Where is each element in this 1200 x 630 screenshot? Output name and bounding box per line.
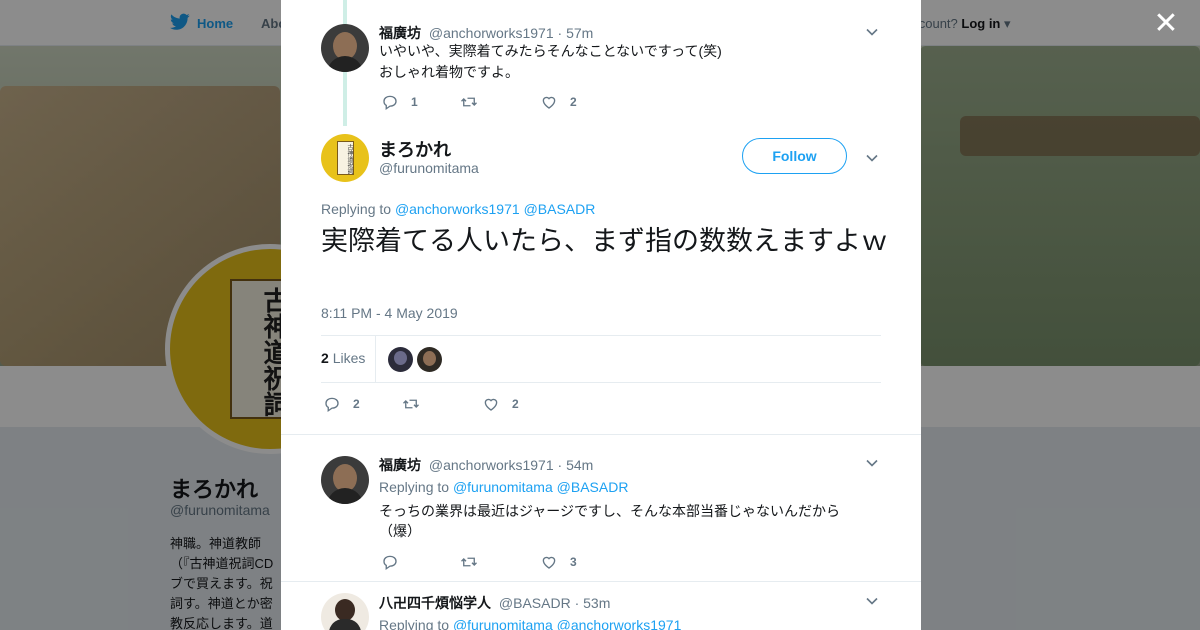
avatar[interactable]: [321, 593, 369, 630]
likes-count-link[interactable]: 2 Likes: [321, 350, 365, 366]
retweet-icon: [461, 97, 477, 107]
tweet-text-line: おしゃれ着物ですよ。: [379, 64, 519, 80]
author-handle: @anchorworks1971: [428, 25, 554, 41]
replying-to: Replying to @anchorworks1971 @BASADR: [321, 201, 595, 217]
like-button[interactable]: 3: [540, 553, 577, 571]
tweet-actions: 2 2: [323, 395, 623, 413]
reply-button[interactable]: [381, 553, 399, 571]
tweet-timestamp[interactable]: 8:11 PM - 4 May 2019: [321, 305, 458, 321]
mention-link[interactable]: @furunomitama: [453, 479, 553, 495]
mention-link[interactable]: @furunomitama: [453, 617, 553, 630]
mention-link[interactable]: @BASADR: [557, 479, 629, 495]
chevron-down-icon[interactable]: [866, 595, 878, 607]
author-name: 福廣坊: [379, 457, 421, 473]
follow-button[interactable]: Follow: [742, 138, 847, 174]
author-name: 福廣坊: [379, 25, 421, 41]
replying-prefix: Replying to: [321, 201, 392, 217]
avatar[interactable]: 古神道祝詞: [321, 134, 369, 182]
tweet-time[interactable]: · 57m: [558, 25, 594, 41]
retweet-button[interactable]: [460, 93, 478, 111]
reply-count: 2: [353, 397, 360, 411]
liker-avatar[interactable]: [417, 347, 442, 372]
tweet-author[interactable]: 福廣坊 @anchorworks1971 · 54m: [379, 455, 593, 475]
main-tweet-text: 実際着てる人いたら、まず指の数数えますよｗ: [321, 226, 888, 256]
likes-label: Likes: [332, 350, 366, 366]
heart-icon: [542, 556, 556, 569]
tweet-text-line: （爆）: [379, 523, 421, 539]
tweet-text-line: そっちの業界は最近はジャージですし、そんな本部当番じゃないんだから: [379, 503, 841, 519]
divider: [321, 382, 881, 383]
tweet-time[interactable]: · 53m: [575, 595, 611, 611]
author-handle: @anchorworks1971: [428, 457, 554, 473]
tweet-time[interactable]: · 54m: [558, 457, 594, 473]
likes-row: 2 Likes: [321, 336, 881, 383]
replying-prefix: Replying to: [379, 617, 450, 630]
heart-icon: [542, 96, 556, 109]
chevron-down-icon[interactable]: [866, 26, 878, 38]
mention-link[interactable]: @BASADR: [524, 201, 596, 217]
avatar-book-cover: 古神道祝詞: [337, 141, 354, 175]
reply-count: 1: [411, 95, 418, 109]
mention-link[interactable]: @anchorworks1971: [395, 201, 520, 217]
like-count: 2: [512, 397, 519, 411]
close-icon[interactable]: ✕: [1152, 9, 1180, 39]
like-button[interactable]: 2: [482, 395, 519, 413]
retweet-button[interactable]: [402, 395, 420, 413]
reply-icon: [383, 95, 397, 111]
reply-icon: [325, 397, 339, 413]
like-count: 2: [570, 95, 577, 109]
liker-avatar[interactable]: [388, 347, 413, 372]
like-count: 3: [570, 555, 577, 569]
likes-count: 2: [321, 350, 329, 366]
divider: [281, 434, 921, 435]
tweet-modal: 福廣坊 @anchorworks1971 · 57m いやいや、実際着てみたらそ…: [281, 0, 921, 630]
main-tweet-author-handle[interactable]: @furunomitama: [379, 160, 479, 176]
divider: [375, 336, 376, 383]
replying-prefix: Replying to: [379, 479, 450, 495]
reply-button[interactable]: 1: [381, 93, 418, 111]
retweet-icon: [461, 557, 477, 567]
replying-to: Replying to @furunomitama @BASADR: [379, 479, 628, 495]
tweet-author[interactable]: 福廣坊 @anchorworks1971 · 57m: [379, 23, 593, 43]
main-tweet-author-name[interactable]: まろかれ: [379, 136, 451, 162]
tweet-author[interactable]: 八卍四千煩悩学人 @BASADR · 53m: [379, 593, 610, 613]
heart-icon: [484, 398, 498, 411]
divider: [281, 581, 921, 582]
mention-link[interactable]: @anchorworks1971: [557, 617, 682, 630]
author-name: 八卍四千煩悩学人: [379, 595, 491, 611]
author-handle: @BASADR: [498, 595, 571, 611]
tweet-actions: 3: [381, 553, 681, 571]
replying-to: Replying to @furunomitama @anchorworks19…: [379, 617, 681, 630]
retweet-icon: [403, 399, 419, 409]
chevron-down-icon[interactable]: [866, 457, 878, 469]
avatar[interactable]: [321, 24, 369, 72]
reply-icon: [383, 555, 397, 571]
tweet-actions: 1 2: [381, 93, 681, 111]
avatar[interactable]: [321, 456, 369, 504]
retweet-button[interactable]: [460, 553, 478, 571]
chevron-down-icon[interactable]: [866, 152, 878, 164]
like-button[interactable]: 2: [540, 93, 577, 111]
tweet-text-line: いやいや、実際着てみたらそんなことないですって(笑): [379, 43, 722, 59]
reply-button[interactable]: 2: [323, 395, 360, 413]
